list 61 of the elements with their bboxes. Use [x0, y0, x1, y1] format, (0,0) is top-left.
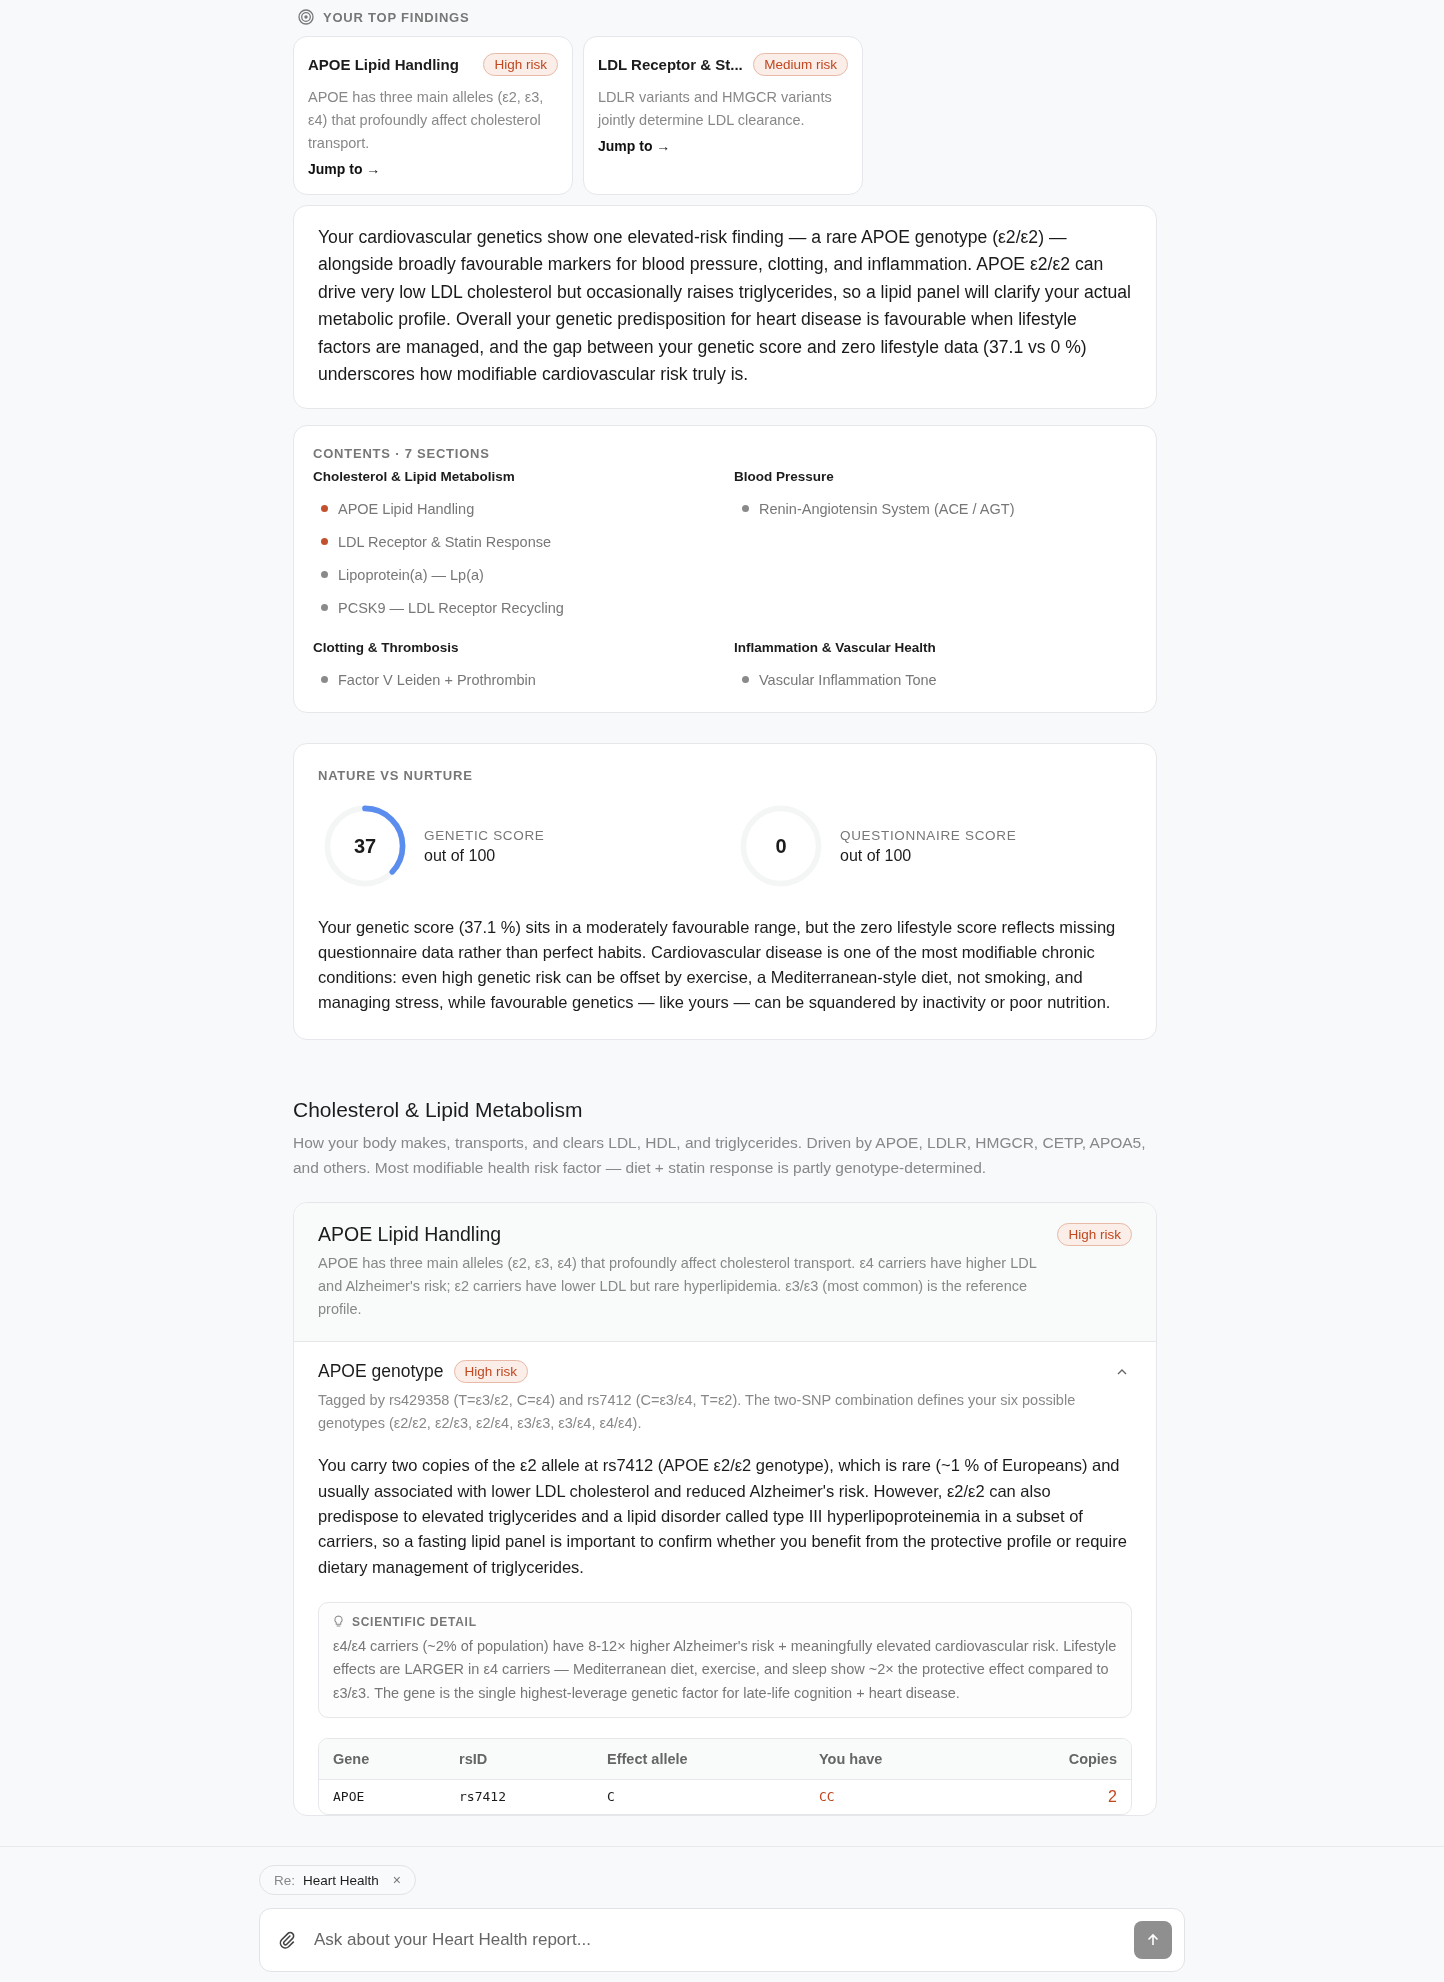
summary-text: Your cardiovascular genetics show one elevated-risk finding — a rare APOE genotype (ε2/ε2) — alongside broadly favourable markers for blood pressure, clotting, and inflammation. APOE ε2/ε2 can drive very low LDL cholesterol but occasionally raises triglycerides, so a lipid panel will clarify your actual metabolic profile. Overall your genetic predisposition for heart disease is favourable when lifestyle factors are managed, and the gap between your genetic score and zero lifestyle data (37.1 vs 0 %) underscores how modifiable cardiovascular risk truly is.: [318, 226, 1132, 387]
chip-prefix: Re:: [274, 1872, 295, 1888]
risk-label: High risk: [483, 53, 558, 76]
contents-group-title: Cholesterol & Lipid Metabolism: [313, 469, 516, 485]
contents-link[interactable]: LDL Receptor & Statin Response: [338, 533, 552, 550]
section-title: Cholesterol & Lipid Metabolism: [293, 1098, 584, 1123]
risk-label: High risk: [453, 1360, 528, 1384]
score-label: GENETIC SCORE: [424, 827, 545, 843]
contents-heading: CONTENTS · 7 SECTIONS: [313, 446, 491, 462]
chip-label: Heart Health: [303, 1872, 379, 1888]
table-cell-text: C: [607, 1789, 616, 1805]
column-header: Gene: [333, 1750, 371, 1767]
contents-link[interactable]: Factor V Leiden + Prothrombin: [338, 671, 536, 688]
jump-link[interactable]: Jump to →: [598, 138, 671, 154]
message-field[interactable]: Ask about your Heart Health report...: [312, 1929, 1118, 1951]
topic-title: APOE Lipid Handling: [318, 1223, 502, 1247]
score-scale: out of 100: [840, 846, 913, 865]
contents-link[interactable]: PCSK9 — LDL Receptor Recycling: [338, 599, 564, 616]
table-cell-text: CC: [819, 1789, 836, 1805]
lightbulb-icon: [333, 1615, 344, 1629]
remove-button[interactable]: ×: [386, 1872, 401, 1888]
column-header: Copies: [1067, 1750, 1117, 1767]
contents-group-title: Clotting & Thrombosis: [313, 640, 460, 656]
score-value: 37: [353, 834, 377, 858]
send-button[interactable]: [1134, 1921, 1172, 1959]
score-label: QUESTIONNAIRE SCORE: [840, 827, 1017, 843]
detail-heading: SCIENTIFIC DETAIL: [352, 1614, 477, 1629]
contents-link[interactable]: Renin-Angiotensin System (ACE / AGT): [759, 500, 1015, 517]
nature-text: Your genetic score (37.1 %) sits in a moderately favourable range, but the zero lifestyle score reflects missing questionnaire data rather than perfect habits. Cardiovascular disease is one of the most modifiable chronic conditions: even high genetic risk can be offset by exercise, a Mediterranean-style diet, not smoking, and managing stress, while favourable genetics — like yours — can be squandered by inactivity or poor nutrition.: [318, 917, 1117, 1014]
detail-text: ε4/ε4 carriers (~2% of population) have 8-12× higher Alzheimer's risk + meaningfully elevated cardiovascular risk. Lifestyle effects are LARGER in ε4 carriers — Mediterranean diet, exercise, and sleep show ~2× the protective effect compared to ε3/ε3. The gene is the single highest-leverage genetic factor for late-life cognition + heart disease.: [333, 1636, 1117, 1703]
marker-title: APOE genotype: [318, 1361, 444, 1383]
finding-text: LDLR variants and HMGCR variants jointly determine LDL clearance.: [598, 88, 833, 130]
contents-group-title: Inflammation & Vascular Health: [734, 640, 937, 656]
finding-title: LDL Receptor & St...: [598, 56, 743, 73]
nature-heading: NATURE VS NURTURE: [318, 768, 474, 784]
section-description: How your body makes, transports, and clears LDL, HDL, and triglycerides. Driven by APOE, LDLR, HMGCR, CETP, APOA5, and others. Most modifiable health risk factor — diet + statin response is partly genotype-determined.: [293, 1133, 1147, 1179]
table-cell-text: APOE: [333, 1789, 366, 1805]
contents-link[interactable]: APOE Lipid Handling: [338, 500, 475, 517]
chat-input[interactable]: Ask about your Heart Health report...: [259, 1908, 1185, 1972]
marker-tagline: Tagged by rs429358 (T=ε3/ε2, C=ε4) and rs7412 (C=ε3/ε4, T=ε2). The two-SNP combination defines your six possible genotypes (ε2/ε2, ε2/ε3, ε2/ε4, ε3/ε3, ε3/ε4, ε4/ε4).: [318, 1391, 1077, 1434]
jump-link[interactable]: Jump to →: [308, 161, 381, 177]
contents-group-title: Blood Pressure: [734, 469, 835, 485]
risk-label: Medium risk: [753, 53, 848, 76]
table-cell-text: 2: [1107, 1787, 1117, 1806]
contents-link[interactable]: Vascular Inflammation Tone: [759, 671, 937, 688]
column-header: rsID: [459, 1750, 489, 1767]
column-header: Effect allele: [607, 1750, 689, 1767]
target-icon: [298, 9, 314, 25]
topic-text: APOE has three main alleles (ε2, ε3, ε4) that profoundly affect cholesterol transport. ε4 carriers have higher LDL and Alzheimer's risk; ε2 carriers have lower LDL but rare hyperlipidemia. ε3/ε3 (most common) is the reference profile.: [318, 1254, 1038, 1320]
interpretation-text: You carry two copies of the ε2 allele at rs7412 (APOE ε2/ε2 genotype), which is rare (~1 % of Europeans) and usually associated with lower LDL cholesterol and reduced Alzheimer's risk. However, ε2/ε2 can also predispose to elevated triglycerides and a lipid disorder called type III hyperlipoproteinemia in a subset of carriers, so a fasting lipid panel is important to confirm whether you benefit from the protective profile or require dietary management of triglycerides.: [318, 1455, 1128, 1578]
score-scale: out of 100: [424, 846, 497, 865]
finding-title: APOE Lipid Handling: [308, 56, 459, 73]
arrow-up-icon[interactable]: [1145, 1932, 1161, 1948]
paperclip-icon[interactable]: [278, 1931, 296, 1949]
risk-label: High risk: [1057, 1223, 1132, 1247]
section-label: YOUR TOP FINDINGS: [323, 9, 470, 25]
table-cell-text: rs7412: [459, 1789, 507, 1805]
contents-link[interactable]: Lipoprotein(a) — Lp(a): [338, 566, 484, 583]
finding-text: APOE has three main alleles (ε2, ε3, ε4) that profoundly affect cholesterol transport.: [308, 88, 545, 153]
score-value: 0: [775, 834, 787, 858]
column-header: You have: [819, 1750, 884, 1767]
